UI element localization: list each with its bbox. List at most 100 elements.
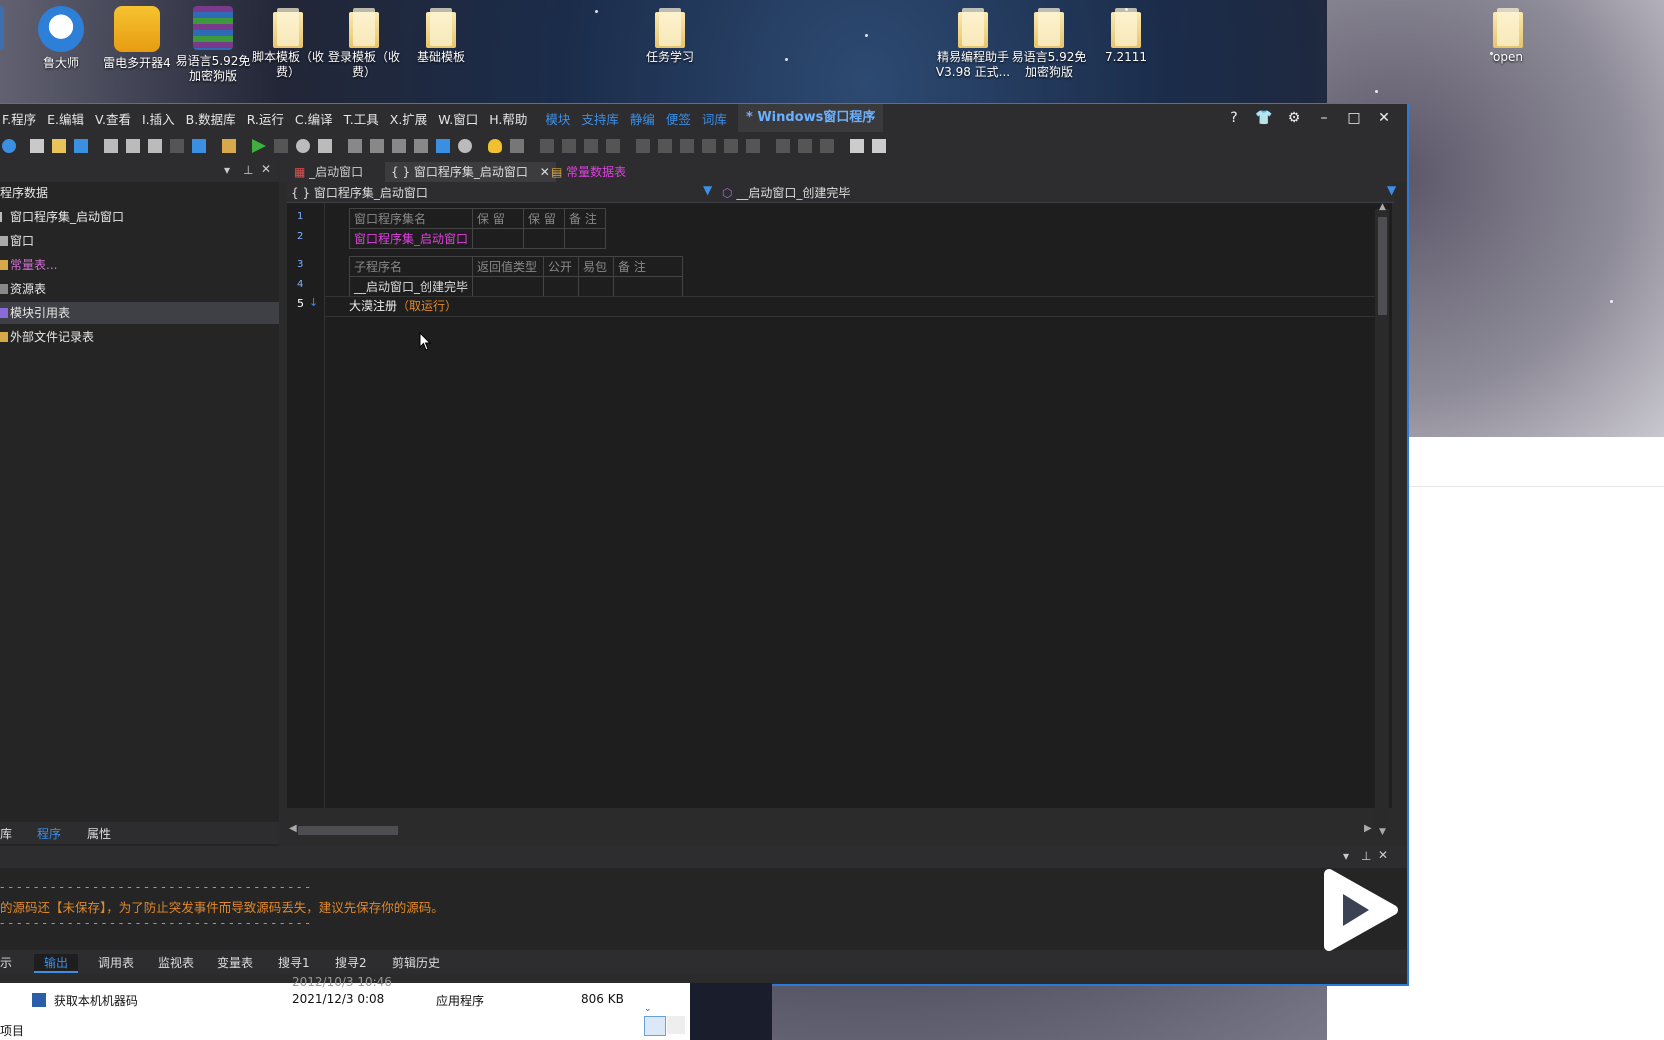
subroutine-selector[interactable]: ⬡ __启动窗口_创建完毕 — [722, 184, 850, 201]
desktop-icon-folder[interactable]: 精易编程助手 V3.98 正式... — [933, 0, 1013, 80]
space-horizontal-icon[interactable] — [724, 139, 738, 153]
tab-program[interactable]: 程序 — [37, 825, 61, 842]
tools-icon[interactable] — [872, 139, 886, 153]
space-vertical-icon[interactable] — [746, 139, 760, 153]
stop-icon[interactable] — [274, 139, 288, 153]
desktop-icon-folder[interactable]: 任务学习 — [630, 0, 710, 65]
cell[interactable] — [472, 276, 545, 297]
horizontal-scrollbar[interactable] — [287, 822, 1375, 838]
align-left-icon[interactable] — [540, 139, 554, 153]
step-down-icon[interactable] — [392, 139, 406, 153]
menu-link-support-lib[interactable]: 支持库 — [581, 109, 619, 128]
tree-item-window[interactable]: 窗口 — [0, 230, 279, 252]
skin-icon[interactable]: 👕 — [1249, 110, 1279, 126]
vertical-scroll-thumb[interactable] — [1378, 217, 1387, 315]
desktop-icon-ludashi[interactable]: 鲁大师 — [21, 0, 101, 71]
distribute-v-icon[interactable] — [798, 139, 812, 153]
cell[interactable] — [613, 276, 684, 297]
tree-item-window-assembly[interactable]: 窗口程序集_启动窗口 — [0, 206, 279, 228]
help-icon[interactable]: ? — [1219, 110, 1249, 126]
tab-call-stack[interactable]: 调用表 — [98, 954, 134, 971]
menu-link-lexicon[interactable]: 词库 — [702, 109, 727, 128]
horizontal-scroll-thumb[interactable] — [298, 826, 398, 835]
step-over-icon[interactable] — [348, 139, 362, 153]
paste-icon[interactable] — [148, 139, 162, 153]
tab-startup-window[interactable]: ▦ _启动窗口 — [288, 162, 369, 182]
menu-link-static[interactable]: 静编 — [630, 109, 655, 128]
restart-icon[interactable] — [296, 139, 310, 153]
desktop-icon-folder[interactable]: 易语言5.92免 加密狗版 — [1009, 0, 1089, 80]
menu-database[interactable]: B.数据库 — [186, 109, 236, 128]
tree-item-program-data[interactable]: 程序数据 — [0, 182, 279, 204]
back-icon[interactable] — [2, 139, 16, 153]
link-icon[interactable] — [458, 139, 472, 153]
align-bottom-icon[interactable] — [606, 139, 620, 153]
desktop-icon-archive[interactable]: 易语言5.92免 加密狗版 — [173, 0, 253, 84]
scroll-up-icon[interactable]: ▲ — [1379, 202, 1386, 212]
maximize-button[interactable]: □ — [1339, 110, 1369, 126]
copy-icon[interactable] — [126, 139, 140, 153]
details-view-icon[interactable] — [644, 1016, 666, 1036]
scroll-left-icon[interactable]: ◀ — [289, 823, 297, 834]
chevron-down-icon[interactable]: ▾ — [1343, 849, 1349, 863]
desktop-icon-leidian[interactable]: 雷电多开器4 — [97, 0, 177, 71]
align-top-icon[interactable] — [584, 139, 598, 153]
cell[interactable] — [523, 228, 566, 249]
tab-watch[interactable]: 监视表 — [158, 954, 194, 971]
chevron-down-icon[interactable]: ▼ — [703, 183, 712, 197]
tab-output[interactable]: 输出 — [34, 954, 79, 973]
fit-size-icon[interactable] — [820, 139, 834, 153]
pin-icon[interactable]: ⊥ — [1361, 849, 1371, 863]
desktop-icon-folder[interactable]: 7.2111 — [1086, 0, 1166, 65]
cut-icon[interactable] — [104, 139, 118, 153]
arrow-right-icon[interactable] — [436, 139, 450, 153]
close-panel-icon[interactable]: ✕ — [261, 162, 271, 176]
file-row-partial[interactable]: 2012/10/3 10:46 — [36, 975, 392, 989]
open-folder-icon[interactable] — [52, 139, 66, 153]
menu-window[interactable]: W.窗口 — [438, 109, 478, 128]
desktop-icon-folder[interactable]: 登录模板（收 费） — [324, 0, 404, 80]
tab-variables[interactable]: 变量表 — [217, 954, 253, 971]
save-icon[interactable] — [74, 139, 88, 153]
undo-icon[interactable] — [192, 139, 206, 153]
package-icon[interactable] — [222, 139, 236, 153]
menu-insert[interactable]: I.插入 — [142, 109, 175, 128]
menu-compile[interactable]: C.编译 — [295, 109, 333, 128]
menu-link-module[interactable]: 模块 — [545, 109, 570, 128]
chevron-down-icon[interactable]: ▾ — [224, 163, 230, 177]
menu-help[interactable]: H.帮助 — [489, 109, 527, 128]
tab-library[interactable]: 库 — [0, 825, 12, 842]
tab-search1[interactable]: 搜寻1 — [278, 954, 310, 971]
code-line-5[interactable]: 大漠注册（取运行） — [349, 297, 457, 314]
same-width-icon[interactable] — [680, 139, 694, 153]
tab-window-assembly[interactable]: { } 窗口程序集_启动窗口 ✕ — [385, 162, 556, 182]
file-row[interactable]: 获取本机机器码 — [32, 992, 138, 1009]
lightbulb-icon[interactable] — [488, 139, 502, 153]
menu-run[interactable]: R.运行 — [247, 109, 284, 128]
tab-search2[interactable]: 搜寻2 — [335, 954, 367, 971]
menu-extend[interactable]: X.扩展 — [390, 109, 428, 128]
desktop-icon-folder[interactable]: open — [1468, 0, 1548, 65]
tree-item-constants[interactable]: 常量表... — [0, 254, 279, 276]
cell[interactable] — [543, 276, 580, 297]
close-button[interactable]: ✕ — [1369, 110, 1399, 126]
pin-icon[interactable]: ⊥ — [243, 163, 253, 177]
scroll-right-icon[interactable]: ▶ — [1364, 823, 1372, 834]
cell[interactable] — [472, 228, 525, 249]
scroll-down-icon[interactable]: ▼ — [1379, 827, 1386, 837]
play-icon[interactable] — [1321, 868, 1401, 952]
menu-view[interactable]: V.查看 — [95, 109, 131, 128]
tree-item-resources[interactable]: 资源表 — [0, 278, 279, 300]
menu-link-notes[interactable]: 便签 — [666, 109, 691, 128]
chevron-down-icon[interactable]: ▼ — [1387, 183, 1396, 197]
menu-edit[interactable]: E.编辑 — [47, 109, 84, 128]
menu-program[interactable]: F.程序 — [2, 109, 36, 128]
same-height-icon[interactable] — [702, 139, 716, 153]
run-icon[interactable] — [252, 139, 266, 153]
compile-icon[interactable] — [318, 139, 332, 153]
cell[interactable] — [578, 276, 615, 297]
tree-item-module-refs[interactable]: 模块引用表 — [0, 302, 279, 324]
assembly-name-cell[interactable]: 窗口程序集_启动窗口 — [348, 228, 474, 249]
assembly-selector[interactable]: { } 窗口程序集_启动窗口 — [291, 184, 428, 201]
tiles-view-icon[interactable] — [667, 1016, 685, 1034]
